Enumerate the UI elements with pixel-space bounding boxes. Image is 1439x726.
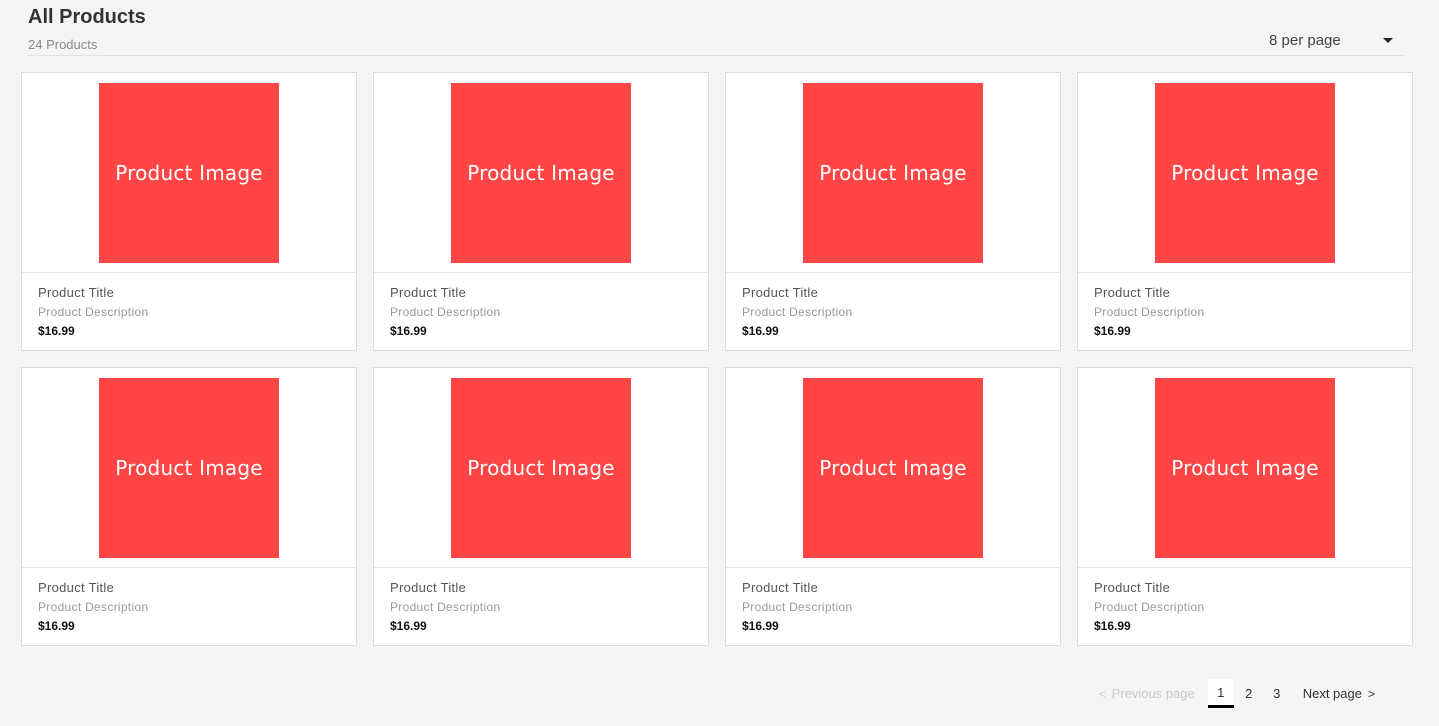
product-description: Product Description [38,600,149,614]
product-image: Product Image [451,378,631,558]
product-info: Product Title Product Description $16.99 [1078,273,1412,339]
product-price: $16.99 [390,619,427,633]
chevron-right-icon: > [1367,686,1375,701]
page-2-button[interactable]: 2 [1236,679,1262,708]
product-image: Product Image [99,378,279,558]
product-description: Product Description [1094,305,1205,319]
product-listing-page: All Products 24 Products 8 per page Prod… [0,0,1439,726]
product-description: Product Description [1094,600,1205,614]
product-image: Product Image [803,83,983,263]
product-image-container: Product Image [374,368,708,568]
product-title: Product Title [1094,580,1171,595]
product-image-container: Product Image [726,368,1060,568]
product-price: $16.99 [1094,324,1131,338]
product-info: Product Title Product Description $16.99 [374,273,708,339]
product-title: Product Title [38,285,115,300]
previous-page-label: Previous page [1111,686,1195,701]
product-price: $16.99 [1094,619,1131,633]
product-title: Product Title [390,285,467,300]
page-1-button[interactable]: 1 [1207,679,1234,708]
product-price: $16.99 [390,324,427,338]
product-title: Product Title [38,580,115,595]
product-image: Product Image [99,83,279,263]
product-card[interactable]: Product Image Product Title Product Desc… [725,367,1061,646]
product-price: $16.99 [38,324,75,338]
product-image-container: Product Image [1078,73,1412,273]
product-description: Product Description [390,600,501,614]
product-count: 24 Products [28,37,98,52]
product-description: Product Description [742,305,853,319]
product-title: Product Title [742,285,819,300]
product-info: Product Title Product Description $16.99 [726,568,1060,634]
product-info: Product Title Product Description $16.99 [1078,568,1412,634]
product-card[interactable]: Product Image Product Title Product Desc… [21,72,357,351]
product-price: $16.99 [742,324,779,338]
product-card[interactable]: Product Image Product Title Product Desc… [373,72,709,351]
product-image-container: Product Image [726,73,1060,273]
product-info: Product Title Product Description $16.99 [726,273,1060,339]
product-info: Product Title Product Description $16.99 [374,568,708,634]
product-image: Product Image [1155,378,1335,558]
next-page-button[interactable]: Next page > [1303,686,1381,701]
product-description: Product Description [390,305,501,319]
chevron-left-icon: < [1098,686,1106,701]
product-image: Product Image [451,83,631,263]
product-image: Product Image [803,378,983,558]
product-price: $16.99 [742,619,779,633]
product-description: Product Description [38,305,149,319]
per-page-dropdown[interactable]: 8 per page [1269,29,1399,51]
previous-page-button[interactable]: < Previous page [1093,686,1195,701]
product-description: Product Description [742,600,853,614]
product-title: Product Title [742,580,819,595]
caret-down-icon [1383,37,1393,43]
product-card[interactable]: Product Image Product Title Product Desc… [1077,367,1413,646]
per-page-label: 8 per page [1269,31,1341,49]
next-page-label: Next page [1302,686,1362,701]
product-card[interactable]: Product Image Product Title Product Desc… [1077,72,1413,351]
product-image-container: Product Image [22,73,356,273]
page-header: All Products 24 Products 8 per page [28,6,1405,56]
product-price: $16.99 [38,619,75,633]
page-title: All Products [28,6,146,28]
product-card[interactable]: Product Image Product Title Product Desc… [373,367,709,646]
product-info: Product Title Product Description $16.99 [22,273,356,339]
product-title: Product Title [390,580,467,595]
product-title: Product Title [1094,285,1171,300]
product-image: Product Image [1155,83,1335,263]
product-card[interactable]: Product Image Product Title Product Desc… [21,367,357,646]
product-image-container: Product Image [374,73,708,273]
product-image-container: Product Image [22,368,356,568]
pagination: < Previous page 1 2 3 Next page > [1093,679,1381,708]
product-image-container: Product Image [1078,368,1412,568]
product-info: Product Title Product Description $16.99 [22,568,356,634]
page-3-button[interactable]: 3 [1264,679,1290,708]
product-grid: Product Image Product Title Product Desc… [21,72,1413,646]
product-card[interactable]: Product Image Product Title Product Desc… [725,72,1061,351]
